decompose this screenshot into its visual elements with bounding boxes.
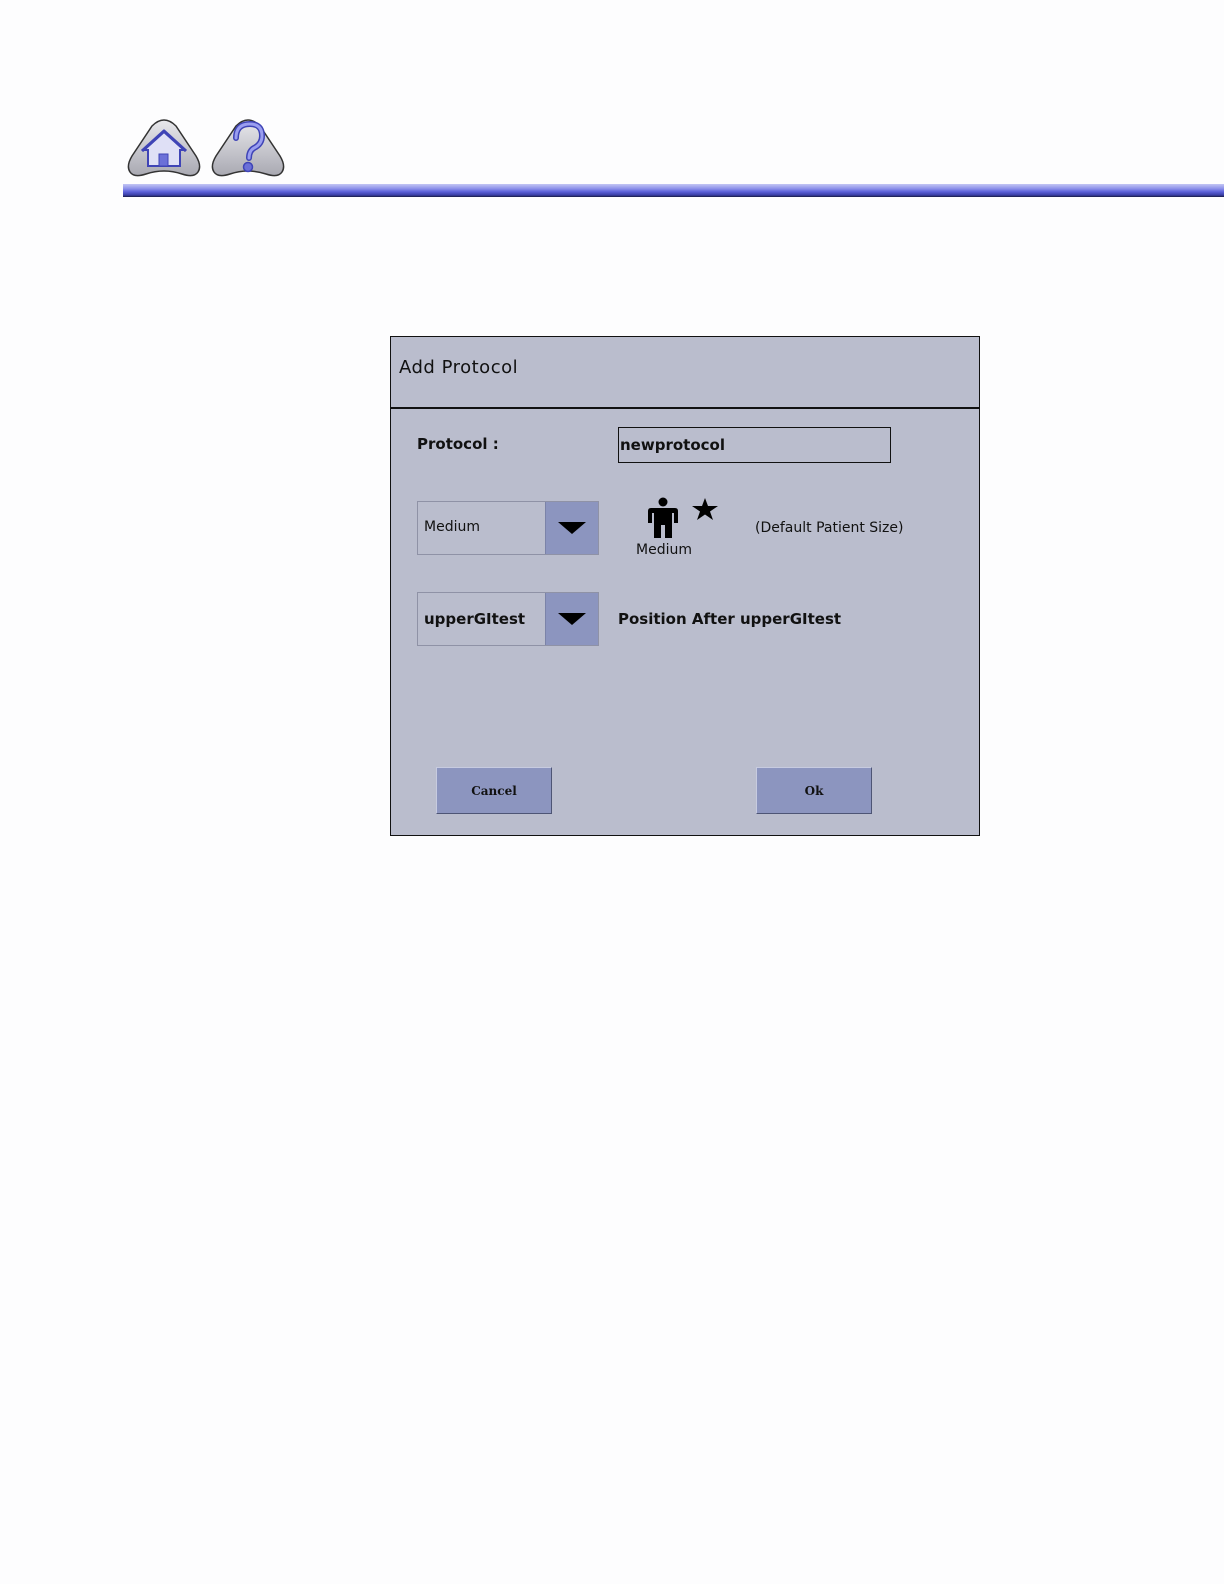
- cancel-button[interactable]: Cancel: [436, 767, 552, 814]
- dialog-title: Add Protocol: [399, 357, 519, 378]
- add-protocol-dialog: Add Protocol Protocol : Medium Medium (D…: [390, 336, 980, 836]
- header-divider: [123, 184, 1224, 197]
- patient-size-label: Medium: [636, 542, 692, 558]
- help-icon: [211, 119, 285, 177]
- protocol-label: Protocol :: [417, 435, 499, 453]
- home-button[interactable]: [124, 116, 204, 180]
- protocol-name-input[interactable]: [618, 427, 891, 463]
- patient-size-dropdown-arrow[interactable]: [545, 502, 598, 554]
- patient-size-selected: Medium: [424, 519, 480, 535]
- position-selected: upperGItest: [424, 610, 526, 628]
- position-dropdown-arrow[interactable]: [545, 593, 598, 645]
- default-patient-size-note: (Default Patient Size): [755, 520, 904, 536]
- star-icon: [692, 498, 718, 520]
- triangle-down-icon: [558, 522, 586, 534]
- page: Add Protocol Protocol : Medium Medium (D…: [0, 0, 1224, 1584]
- ok-button[interactable]: Ok: [756, 767, 872, 814]
- help-button[interactable]: [208, 116, 288, 180]
- position-after-label: Position After upperGItest: [618, 610, 842, 628]
- dialog-titlebar: Add Protocol: [391, 337, 979, 409]
- home-icon: [127, 119, 201, 177]
- triangle-down-icon: [558, 613, 586, 625]
- position-dropdown[interactable]: upperGItest: [417, 592, 599, 646]
- patient-figure-icon: [648, 497, 678, 538]
- patient-size-dropdown[interactable]: Medium: [417, 501, 599, 555]
